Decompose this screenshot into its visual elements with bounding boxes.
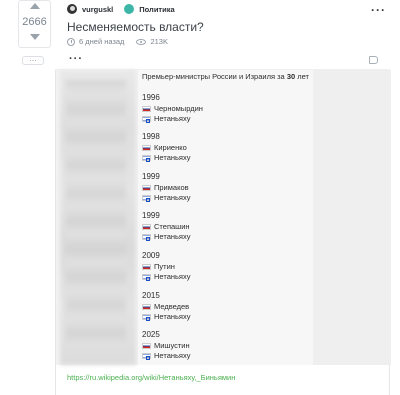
israel-flag-icon: [142, 195, 151, 202]
israel-pm-row: Нетаньяху: [142, 114, 203, 124]
year-entry: 1999 Степашин Нетаньяху: [142, 211, 190, 242]
avatar[interactable]: [67, 4, 77, 14]
source-link[interactable]: https://ru.wikipedia.org/wiki/Нетаньяху,…: [67, 373, 235, 382]
list-heading: Премьер-министры России и Израиля за 30 …: [142, 72, 309, 81]
israel-pm-row: Нетаньяху: [142, 193, 190, 203]
content-more-icon[interactable]: ···: [69, 53, 83, 65]
post-image[interactable]: Премьер-министры России и Израиля за 30 …: [55, 70, 391, 365]
arrow-down-icon[interactable]: [29, 34, 40, 40]
russia-flag-icon: [142, 304, 151, 310]
israel-flag-icon: [142, 116, 151, 123]
post-title[interactable]: Несменяемость власти?: [67, 20, 204, 34]
russia-pm-name: Мишустин: [154, 341, 190, 350]
israel-pm-row: Нетаньяху: [142, 272, 190, 282]
russia-pm-row: Примаков: [142, 183, 190, 193]
russia-pm-row: Кириенко: [142, 143, 190, 153]
year-label: 1998: [142, 132, 160, 141]
israel-pm-name: Нетаньяху: [154, 193, 191, 202]
israel-pm-name: Нетаньяху: [154, 153, 191, 162]
post-page: 2666 ··· vurguskl Политика ··· Несменяем…: [0, 0, 400, 395]
blurred-right-area: [313, 70, 391, 365]
year-label: 2025: [142, 330, 160, 339]
israel-pm-name: Нетаньяху: [154, 232, 191, 241]
israel-pm-name: Нетаньяху: [154, 272, 191, 281]
post-time: 6 дней назад: [79, 37, 125, 46]
israel-flag-icon: [142, 353, 151, 360]
community-icon[interactable]: [124, 4, 135, 14]
russia-flag-icon: [142, 106, 151, 112]
israel-pm-name: Нетаньяху: [154, 114, 191, 123]
russia-pm-name: Медведев: [154, 302, 190, 311]
israel-flag-icon: [142, 234, 151, 241]
israel-pm-row: Нетаньяху: [142, 153, 190, 163]
israel-flag-icon: [142, 314, 151, 321]
russia-pm-name: Степашин: [154, 222, 190, 231]
year-label: 1996: [142, 93, 160, 102]
author-name[interactable]: vurguskl: [82, 5, 113, 14]
year-label: 2009: [142, 251, 160, 260]
israel-pm-row: Нетаньяху: [142, 312, 190, 322]
russia-flag-icon: [142, 185, 151, 191]
israel-pm-row: Нетаньяху: [142, 351, 190, 361]
blurred-left-area: [60, 70, 136, 365]
russia-flag-icon: [142, 224, 151, 230]
tag-icon[interactable]: [369, 56, 378, 64]
post-header: vurguskl Политика: [67, 4, 175, 14]
israel-flag-icon: [142, 155, 151, 162]
year-entry: 1996 Черномырдин Нетаньяху: [142, 93, 203, 124]
russia-pm-name: Черномырдин: [154, 104, 203, 113]
more-dots-icon[interactable]: ···: [371, 3, 386, 17]
vote-panel: 2666: [18, 0, 51, 48]
year-label: 1999: [142, 211, 160, 220]
vote-count: 2666: [22, 16, 47, 28]
russia-pm-row: Путин: [142, 262, 190, 272]
year-entry: 2009 Путин Нетаньяху: [142, 251, 190, 282]
russia-flag-icon: [142, 264, 151, 270]
russia-pm-name: Примаков: [154, 183, 189, 192]
view-count: 213K: [150, 37, 168, 46]
year-entry: 2025 Мишустин Нетаньяху: [142, 330, 190, 361]
russia-pm-name: Путин: [154, 262, 175, 271]
israel-pm-row: Нетаньяху: [142, 232, 190, 242]
russia-pm-row: Степашин: [142, 222, 190, 232]
israel-flag-icon: [142, 274, 151, 281]
russia-flag-icon: [142, 343, 151, 349]
arrow-up-icon[interactable]: [29, 3, 40, 9]
clock-icon: [67, 37, 75, 46]
russia-pm-row: Черномырдин: [142, 104, 203, 114]
russia-pm-row: Мишустин: [142, 341, 190, 351]
post-meta: 6 дней назад 213K: [67, 37, 168, 46]
year-label: 1999: [142, 172, 160, 181]
year-entry: 1999 Примаков Нетаньяху: [142, 172, 190, 203]
israel-pm-name: Нетаньяху: [154, 312, 191, 321]
russia-pm-row: Медведев: [142, 302, 190, 312]
prime-ministers-list: Премьер-министры России и Израиля за 30 …: [138, 70, 313, 365]
content-toolbar: ···: [55, 52, 390, 70]
year-entry: 2015 Медведев Нетаньяху: [142, 291, 190, 322]
year-label: 2015: [142, 291, 160, 300]
israel-pm-name: Нетаньяху: [154, 351, 191, 360]
russia-pm-name: Кириенко: [154, 143, 187, 152]
vote-more-button[interactable]: ···: [22, 56, 44, 65]
community-name[interactable]: Политика: [139, 5, 174, 14]
year-entry: 1998 Кириенко Нетаньяху: [142, 132, 190, 163]
russia-flag-icon: [142, 145, 151, 151]
eye-icon: [136, 38, 147, 45]
